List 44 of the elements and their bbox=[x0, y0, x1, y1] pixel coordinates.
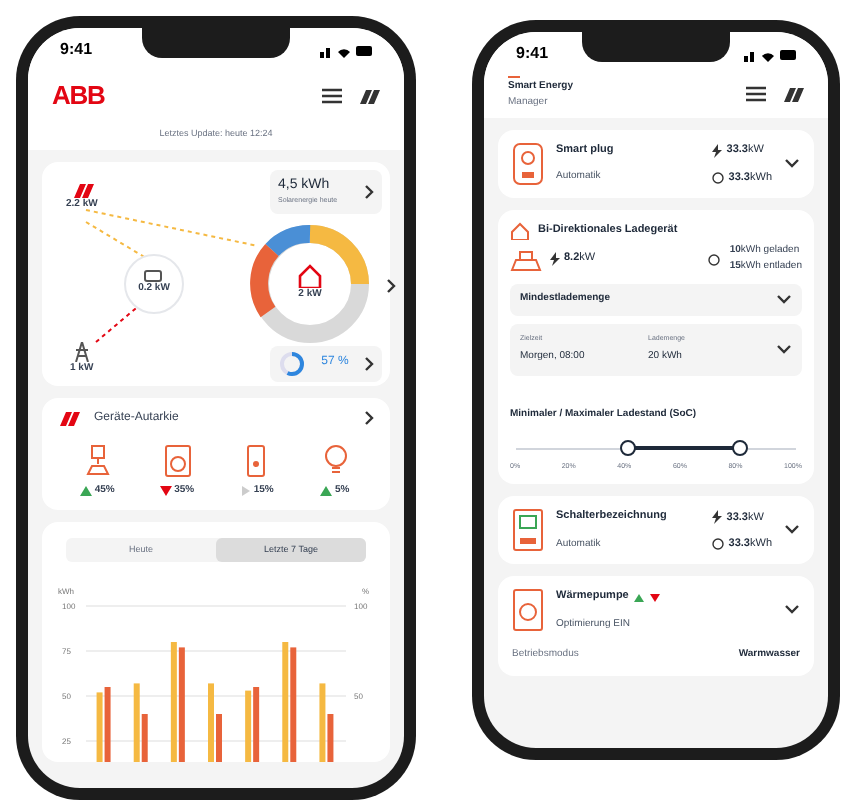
status-icons bbox=[320, 43, 372, 57]
chevron-down-icon[interactable] bbox=[776, 344, 792, 356]
smart-plug-icon bbox=[512, 142, 544, 186]
trend-down-icon bbox=[160, 486, 173, 496]
stripes-logo-icon[interactable] bbox=[780, 83, 804, 103]
light-bulb-icon bbox=[319, 443, 352, 478]
chevron-right-icon[interactable] bbox=[364, 410, 374, 427]
chevron-right-icon[interactable] bbox=[386, 277, 396, 294]
chevron-right-icon bbox=[364, 183, 374, 200]
trend-up-icon bbox=[320, 486, 333, 496]
lightning-icon bbox=[712, 510, 723, 525]
lightning-icon bbox=[550, 252, 560, 266]
power-pylon-icon bbox=[73, 341, 90, 362]
status-time: 9:41 bbox=[516, 42, 549, 66]
slider-thumb[interactable] bbox=[732, 440, 748, 456]
stripes-logo-icon[interactable] bbox=[356, 86, 380, 106]
chevron-down-icon[interactable] bbox=[784, 524, 800, 537]
accent-line bbox=[508, 76, 520, 78]
lightning-icon bbox=[712, 143, 723, 158]
heat-pump-icon bbox=[512, 588, 544, 633]
brand-logo: ABB bbox=[52, 78, 105, 115]
chevron-down-icon[interactable] bbox=[784, 158, 800, 170]
meter-icon bbox=[712, 171, 725, 184]
status-time: 9:41 bbox=[60, 38, 93, 62]
stripes-logo-icon bbox=[58, 410, 82, 427]
charging-station-icon bbox=[81, 443, 114, 478]
chevron-right-icon bbox=[364, 355, 374, 372]
trend-up-icon bbox=[80, 486, 93, 496]
chevron-down-icon[interactable] bbox=[784, 604, 800, 617]
soc-range-slider[interactable] bbox=[516, 440, 796, 456]
status-icons bbox=[744, 47, 796, 61]
slider-thumb[interactable] bbox=[620, 440, 636, 456]
washing-machine-icon bbox=[161, 443, 194, 478]
menu-icon[interactable] bbox=[744, 83, 768, 103]
house-icon bbox=[296, 264, 324, 288]
meter-icon bbox=[712, 537, 725, 550]
home-icon bbox=[510, 222, 530, 240]
trend-up-icon bbox=[634, 593, 645, 601]
energy-donut bbox=[248, 221, 372, 346]
switch-icon bbox=[512, 508, 544, 553]
trend-neutral-icon bbox=[239, 486, 252, 496]
chevron-down-icon bbox=[776, 294, 792, 306]
menu-icon[interactable] bbox=[320, 86, 344, 106]
trend-down-icon bbox=[650, 593, 661, 601]
